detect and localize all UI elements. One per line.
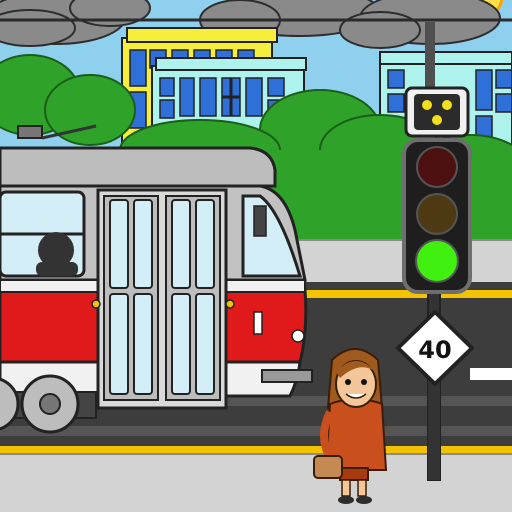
- tram-indicator-light: [91, 299, 101, 309]
- speed-limit-value: 40: [418, 336, 451, 364]
- tram-icon[interactable]: [0, 124, 313, 434]
- tram-doors[interactable]: [96, 188, 228, 410]
- road-line-white: [470, 368, 512, 380]
- green-light: [415, 239, 459, 283]
- handbag: [313, 455, 343, 479]
- amber-light: [416, 193, 458, 235]
- red-light: [416, 146, 458, 188]
- tram-indicator-light: [225, 299, 235, 309]
- game-scene: 40: [0, 0, 512, 512]
- tram-headlight: [291, 329, 305, 343]
